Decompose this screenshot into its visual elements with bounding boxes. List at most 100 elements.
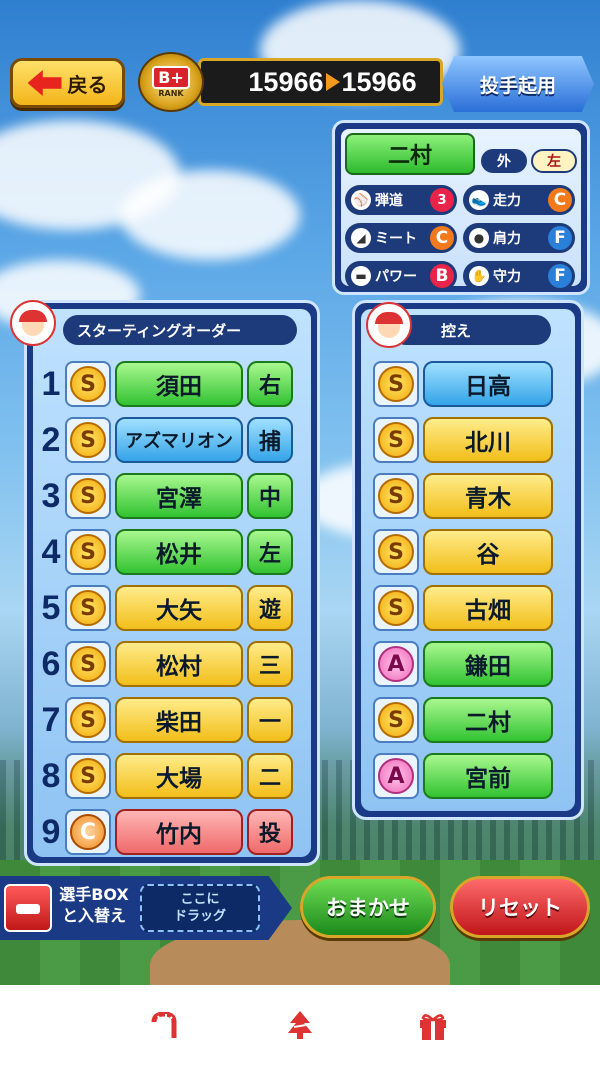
player-name[interactable]: 宮澤: [115, 473, 243, 519]
position-label[interactable]: 二: [247, 753, 293, 799]
stat-grade: C: [548, 188, 572, 212]
player-detail-panel: 二村 外 左 ⚾ 弾道 3 👟 走力 C ◢ ミート C ● 肩力 F ▬ パワ…: [332, 120, 590, 295]
player-name[interactable]: 松井: [115, 529, 243, 575]
grade-box: A: [373, 641, 419, 687]
position-label[interactable]: 捕: [247, 417, 293, 463]
starting-order-panel: スターティングオーダー 1 S 須田右 2 S アズマリオン捕 3 S 宮澤中 4 S 松井左 5 S 大矢…: [24, 300, 320, 866]
batting-order-number: 9: [41, 812, 61, 851]
position-label[interactable]: 一: [247, 697, 293, 743]
position-chip: 外: [481, 149, 527, 173]
team-strength-display: 15966 15966: [198, 58, 443, 106]
player-name[interactable]: 大場: [115, 753, 243, 799]
overall-grade: A: [378, 758, 414, 794]
player-name[interactable]: 竹内: [115, 809, 243, 855]
candy-cane-icon[interactable]: [147, 1006, 187, 1046]
lineup-row[interactable]: 5 S 大矢遊: [37, 583, 293, 633]
batting-order-number: 7: [41, 700, 61, 739]
mascot-icon: [10, 300, 56, 346]
bat-icon: ⚾: [351, 190, 371, 210]
overall-grade: S: [378, 702, 414, 738]
overall-grade: S: [70, 366, 106, 402]
bench-row[interactable]: S 日高: [373, 359, 553, 409]
batting-order-number: 4: [41, 532, 61, 571]
pitcher-usage-button[interactable]: 投手起用: [442, 56, 594, 112]
grade-box: S: [65, 641, 111, 687]
tree-icon[interactable]: [280, 1006, 320, 1046]
grade-box: S: [65, 417, 111, 463]
stat-label: ミート: [375, 231, 417, 247]
bench-row[interactable]: S 北川: [373, 415, 553, 465]
position-label[interactable]: 中: [247, 473, 293, 519]
grade-box: S: [373, 417, 419, 463]
lineup-row[interactable]: 1 S 須田右: [37, 359, 293, 409]
bench-row[interactable]: S 二村: [373, 695, 553, 745]
player-name[interactable]: 柴田: [115, 697, 243, 743]
player-name[interactable]: 大矢: [115, 585, 243, 631]
lineup-row[interactable]: 3 S 宮澤中: [37, 471, 293, 521]
player-name[interactable]: 北川: [423, 417, 553, 463]
grade-box: S: [65, 697, 111, 743]
stat-fielding: ✋ 守力 F: [463, 261, 575, 291]
lineup-row[interactable]: 4 S 松井左: [37, 527, 293, 577]
reset-button[interactable]: リセット: [450, 876, 590, 938]
overall-grade: S: [378, 422, 414, 458]
player-name[interactable]: 松村: [115, 641, 243, 687]
bench-row[interactable]: S 青木: [373, 471, 553, 521]
overall-grade: S: [70, 646, 106, 682]
bench-title: 控え: [391, 315, 551, 345]
overall-grade: S: [70, 478, 106, 514]
grade-box: S: [65, 473, 111, 519]
auto-assign-button[interactable]: おまかせ: [300, 876, 436, 938]
bench-row[interactable]: A 宮前: [373, 751, 553, 801]
stat-arm: ● 肩力 F: [463, 223, 575, 253]
gift-icon[interactable]: [413, 1006, 453, 1046]
overall-grade: S: [378, 534, 414, 570]
lineup-row[interactable]: 2 S アズマリオン捕: [37, 415, 293, 465]
position-label[interactable]: 右: [247, 361, 293, 407]
bench-row[interactable]: A 鎌田: [373, 639, 553, 689]
grade-box: S: [373, 697, 419, 743]
drag-drop-target[interactable]: ここに ドラッグ: [140, 884, 260, 932]
position-label[interactable]: 投: [247, 809, 293, 855]
stat-speed: 👟 走力 C: [463, 185, 575, 215]
lineup-row[interactable]: 8 S 大場二: [37, 751, 293, 801]
starting-order-title: スターティングオーダー: [63, 315, 297, 345]
position-label[interactable]: 左: [247, 529, 293, 575]
player-name[interactable]: アズマリオン: [115, 417, 243, 463]
stat-contact: ◢ ミート C: [345, 223, 457, 253]
player-name[interactable]: 青木: [423, 473, 553, 519]
rank-word: RANK: [158, 89, 184, 98]
player-name[interactable]: 二村: [423, 697, 553, 743]
lineup-row[interactable]: 7 S 柴田一: [37, 695, 293, 745]
lineup-row[interactable]: 6 S 松村三: [37, 639, 293, 689]
player-name[interactable]: 古畑: [423, 585, 553, 631]
grade-box: S: [65, 585, 111, 631]
lineup-row[interactable]: 9 C 竹内投: [37, 807, 293, 857]
player-name[interactable]: 谷: [423, 529, 553, 575]
position-label[interactable]: 三: [247, 641, 293, 687]
grade-box: A: [373, 753, 419, 799]
overall-grade: C: [70, 814, 106, 850]
back-button[interactable]: 戻る: [10, 58, 125, 108]
stat-label: 肩力: [493, 231, 521, 247]
bench-row[interactable]: S谷: [373, 527, 553, 577]
player-name[interactable]: 鎌田: [423, 641, 553, 687]
stat-label: 守力: [493, 269, 521, 285]
player-name[interactable]: 宮前: [423, 753, 553, 799]
player-name[interactable]: 須田: [115, 361, 243, 407]
bench-row[interactable]: S 古畑: [373, 583, 553, 633]
grade-box: C: [65, 809, 111, 855]
reset-label: リセット: [478, 896, 562, 920]
pitcher-usage-label: 投手起用: [479, 74, 556, 97]
overall-grade: S: [70, 758, 106, 794]
overall-grade: S: [70, 590, 106, 626]
overall-grade: S: [378, 590, 414, 626]
score-before: 15966: [248, 66, 324, 97]
throw-hand-chip: 左: [531, 149, 577, 173]
player-name[interactable]: 日高: [423, 361, 553, 407]
arrow-left-icon: [27, 70, 62, 96]
position-label[interactable]: 遊: [247, 585, 293, 631]
dumbbell-icon: ▬: [351, 266, 371, 286]
rank-letter: B+: [152, 66, 190, 89]
trajectory-value: 3: [430, 188, 454, 212]
